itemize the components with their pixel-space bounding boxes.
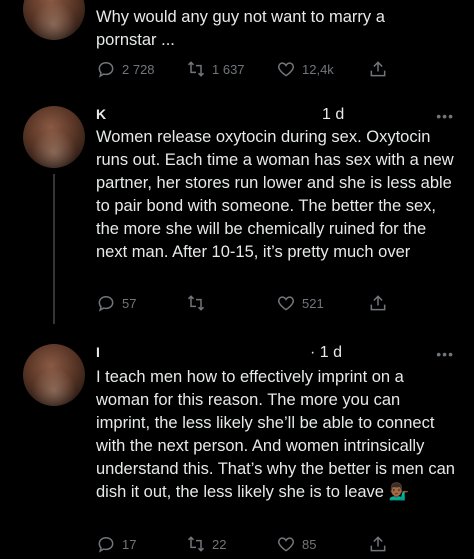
- retweet-icon: [186, 293, 206, 313]
- share-button[interactable]: [368, 533, 388, 555]
- reply-icon: [96, 534, 116, 554]
- tweet-text: Women release oxytocin during sex. Oxyto…: [96, 128, 454, 261]
- retweet-count: 22: [212, 536, 227, 552]
- thread-line: [53, 174, 55, 324]
- like-button[interactable]: 12,4k: [276, 58, 334, 80]
- more-options-icon[interactable]: •••: [436, 108, 454, 124]
- like-icon: [276, 293, 296, 313]
- like-icon: [276, 59, 296, 79]
- share-icon: [368, 293, 388, 313]
- like-count: 12,4k: [302, 61, 334, 77]
- reply-button[interactable]: 17: [96, 533, 136, 555]
- avatar[interactable]: [23, 106, 85, 168]
- reply-icon: [96, 59, 116, 79]
- like-button[interactable]: 85: [276, 533, 316, 555]
- tweet-3[interactable]: I · 1 d ••• I teach men how to effective…: [0, 338, 474, 559]
- retweet-icon: [186, 59, 206, 79]
- more-options-icon[interactable]: •••: [436, 346, 454, 362]
- retweet-count: 1 637: [212, 61, 245, 77]
- reply-count: 2 728: [122, 61, 155, 77]
- tweet-text: Why would any guy not want to marry a po…: [96, 8, 385, 49]
- share-button[interactable]: [368, 292, 388, 314]
- reply-icon: [96, 293, 116, 313]
- retweet-button[interactable]: 22: [186, 533, 226, 555]
- tweet-text: I teach men how to effectively imprint o…: [96, 368, 455, 501]
- like-count: 85: [302, 536, 317, 552]
- tweet-actions: 17 22 85: [96, 533, 396, 555]
- share-icon: [368, 534, 388, 554]
- retweet-button[interactable]: [186, 292, 212, 314]
- display-name[interactable]: I: [96, 344, 100, 360]
- tweet-actions: 2 728 1 637 12,4k: [96, 58, 396, 80]
- time-label[interactable]: · 1 d: [310, 344, 342, 362]
- display-name[interactable]: K: [96, 106, 106, 122]
- tweet-1[interactable]: Why would any guy not want to marry a po…: [0, 0, 474, 100]
- reply-count: 57: [122, 295, 137, 311]
- reply-button[interactable]: 2 728: [96, 58, 155, 80]
- tweet-header: I · 1 d: [96, 344, 356, 362]
- retweet-button[interactable]: 1 637: [186, 58, 245, 80]
- reply-count: 17: [122, 536, 137, 552]
- share-icon: [368, 59, 388, 79]
- tweet-header: K 1 d: [96, 106, 356, 124]
- tweet-2[interactable]: K 1 d ••• Women release oxytocin during …: [0, 100, 474, 332]
- time-label[interactable]: 1 d: [322, 106, 344, 124]
- like-count: 521: [302, 295, 324, 311]
- reply-button[interactable]: 57: [96, 292, 136, 314]
- avatar[interactable]: [23, 0, 85, 40]
- like-icon: [276, 534, 296, 554]
- tweet-actions: 57 521: [96, 292, 396, 314]
- share-button[interactable]: [368, 58, 388, 80]
- like-button[interactable]: 521: [276, 292, 324, 314]
- avatar[interactable]: [23, 344, 85, 406]
- retweet-icon: [186, 534, 206, 554]
